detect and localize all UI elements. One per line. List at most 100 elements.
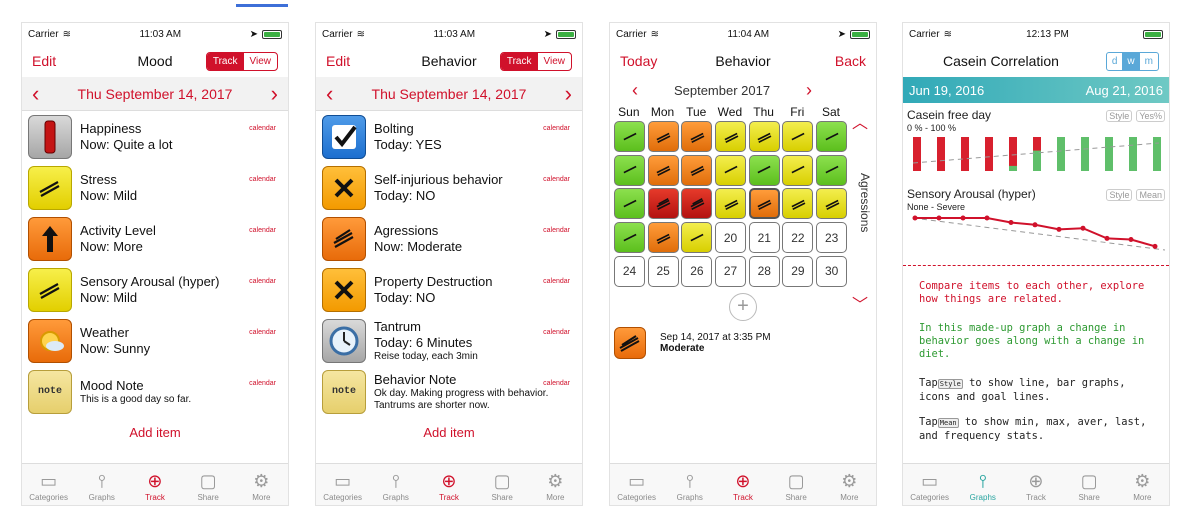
chart2-style-button[interactable]: Style	[1106, 189, 1133, 201]
month-segment[interactable]: m	[1140, 53, 1158, 70]
calendar-day[interactable]	[782, 121, 814, 152]
calendar-day[interactable]: 26	[681, 255, 713, 287]
calendar-link[interactable]: calendar	[543, 380, 570, 387]
calendar-link[interactable]: calendar	[249, 176, 276, 183]
prev-day-chevron-icon[interactable]: ‹	[326, 82, 333, 105]
calendar-day[interactable]	[748, 154, 780, 186]
list-item[interactable]: note Behavior Note Ok day. Making progress…	[316, 366, 582, 417]
next-month-chevron-icon[interactable]: ›	[806, 80, 812, 101]
calendar-day[interactable]	[782, 154, 814, 186]
chart1-stat-button[interactable]: Yes%	[1136, 110, 1165, 122]
calendar-day[interactable]	[647, 121, 679, 152]
calendar-day[interactable]: 29	[782, 255, 814, 287]
list-item[interactable]: Activity Level Now: More calendar	[22, 213, 288, 264]
day-segment[interactable]: d	[1107, 53, 1123, 70]
track-tab[interactable]: ⊕ Track	[718, 469, 768, 503]
more-tab[interactable]: ⚙ More	[1117, 469, 1167, 503]
calendar-link[interactable]: calendar	[249, 125, 276, 132]
entry-row[interactable]: Sep 14, 2017 at 3:35 PM Moderate	[610, 326, 876, 359]
list-item[interactable]: Tantrum Today: 6 Minutes Reise today, each…	[316, 315, 582, 366]
view-segment[interactable]: View	[244, 53, 277, 70]
calendar-link[interactable]: calendar	[543, 125, 570, 132]
prev-day-chevron-icon[interactable]: ‹	[32, 82, 39, 105]
expand-chevron-down-icon[interactable]: ﹀	[852, 291, 868, 315]
calendar-link[interactable]: calendar	[543, 278, 570, 285]
calendar-day[interactable]	[715, 188, 747, 220]
edit-button[interactable]: Edit	[326, 53, 350, 69]
calendar-link[interactable]: calendar	[543, 329, 570, 336]
track-tab[interactable]: ⊕ Track	[130, 469, 180, 503]
track-tab[interactable]: ⊕ Track	[1011, 469, 1061, 503]
more-tab[interactable]: ⚙ More	[236, 469, 286, 503]
add-item-button[interactable]: Add item	[22, 417, 288, 440]
list-item[interactable]: Bolting Today: YES calendar	[316, 111, 582, 162]
calendar-link[interactable]: calendar	[249, 329, 276, 336]
list-item[interactable]: Happiness Now: Quite a lot calendar	[22, 111, 288, 162]
calendar-link[interactable]: calendar	[249, 227, 276, 234]
track-segment[interactable]: Track	[206, 52, 244, 70]
calendar-day[interactable]	[715, 121, 747, 152]
list-item[interactable]: Stress Now: Mild calendar	[22, 162, 288, 213]
calendar-day[interactable]	[647, 188, 679, 220]
calendar-day[interactable]: 25	[647, 255, 679, 287]
prev-month-chevron-icon[interactable]: ‹	[632, 80, 638, 101]
calendar-day[interactable]: 20	[715, 222, 747, 254]
calendar-day[interactable]	[681, 154, 713, 186]
categories-tab[interactable]: ▭ Categories	[612, 469, 662, 503]
graphs-tab[interactable]: ⫯ Graphs	[665, 469, 715, 503]
list-item[interactable]: Agressions Now: Moderate calendar	[316, 213, 582, 264]
calendar-day[interactable]	[614, 222, 645, 254]
back-button[interactable]: Back	[835, 53, 866, 69]
next-day-chevron-icon[interactable]: ›	[565, 82, 572, 105]
list-item[interactable]: note Mood Note This is a good day so far. c…	[22, 366, 288, 417]
calendar-day[interactable]	[748, 121, 780, 152]
calendar-day[interactable]	[782, 188, 814, 220]
calendar-day[interactable]	[816, 188, 848, 220]
graphs-tab[interactable]: ⫯ Graphs	[958, 469, 1008, 503]
calendar-link[interactable]: calendar	[543, 176, 570, 183]
calendar-day[interactable]: 22	[782, 222, 814, 254]
add-entry-plus-icon[interactable]: +	[729, 292, 757, 321]
graphs-tab[interactable]: ⫯ Graphs	[77, 469, 127, 503]
calendar-link[interactable]: calendar	[249, 278, 276, 285]
calendar-day[interactable]	[614, 188, 645, 220]
view-segment[interactable]: View	[538, 53, 571, 70]
list-item[interactable]: Sensory Arousal (hyper) Now: Mild calendar	[22, 264, 288, 315]
calendar-day[interactable]: 21	[748, 222, 780, 254]
list-item[interactable]: Weather Now: Sunny calendar	[22, 315, 288, 366]
calendar-link[interactable]: calendar	[543, 227, 570, 234]
collapse-chevron-up-icon[interactable]: ︿	[852, 109, 868, 133]
track-tab[interactable]: ⊕ Track	[424, 469, 474, 503]
week-segment[interactable]: w	[1122, 52, 1140, 70]
range-start[interactable]: Jun 19, 2016	[909, 83, 984, 98]
chart1-style-button[interactable]: Style	[1106, 110, 1133, 122]
share-tab[interactable]: ▢ Share	[771, 469, 821, 503]
share-tab[interactable]: ▢ Share	[1064, 469, 1114, 503]
today-button[interactable]: Today	[620, 53, 657, 69]
calendar-day[interactable]	[681, 188, 713, 220]
categories-tab[interactable]: ▭ Categories	[905, 469, 955, 503]
add-item-button[interactable]: Add item	[316, 417, 582, 440]
calendar-day[interactable]	[681, 121, 713, 152]
more-tab[interactable]: ⚙ More	[530, 469, 580, 503]
graphs-tab[interactable]: ⫯ Graphs	[371, 469, 421, 503]
calendar-day[interactable]	[647, 154, 679, 186]
chart2-stat-button[interactable]: Mean	[1136, 189, 1165, 201]
calendar-day[interactable]: 30	[816, 255, 848, 287]
calendar-day[interactable]	[614, 121, 645, 152]
share-tab[interactable]: ▢ Share	[477, 469, 527, 503]
calendar-day[interactable]: 24	[614, 255, 645, 287]
calendar-day[interactable]: 23	[816, 222, 848, 254]
calendar-day[interactable]: 27	[715, 255, 747, 287]
calendar-day[interactable]	[748, 188, 780, 220]
calendar-day[interactable]: 28	[748, 255, 780, 287]
calendar-day[interactable]	[681, 222, 713, 254]
edit-button[interactable]: Edit	[32, 53, 56, 69]
next-day-chevron-icon[interactable]: ›	[271, 82, 278, 105]
calendar-day[interactable]	[816, 121, 848, 152]
more-tab[interactable]: ⚙ More	[824, 469, 874, 503]
calendar-day[interactable]	[647, 222, 679, 254]
range-end[interactable]: Aug 21, 2016	[1086, 83, 1163, 98]
share-tab[interactable]: ▢ Share	[183, 469, 233, 503]
list-item[interactable]: Self-injurious behavior Today: NO calendar	[316, 162, 582, 213]
